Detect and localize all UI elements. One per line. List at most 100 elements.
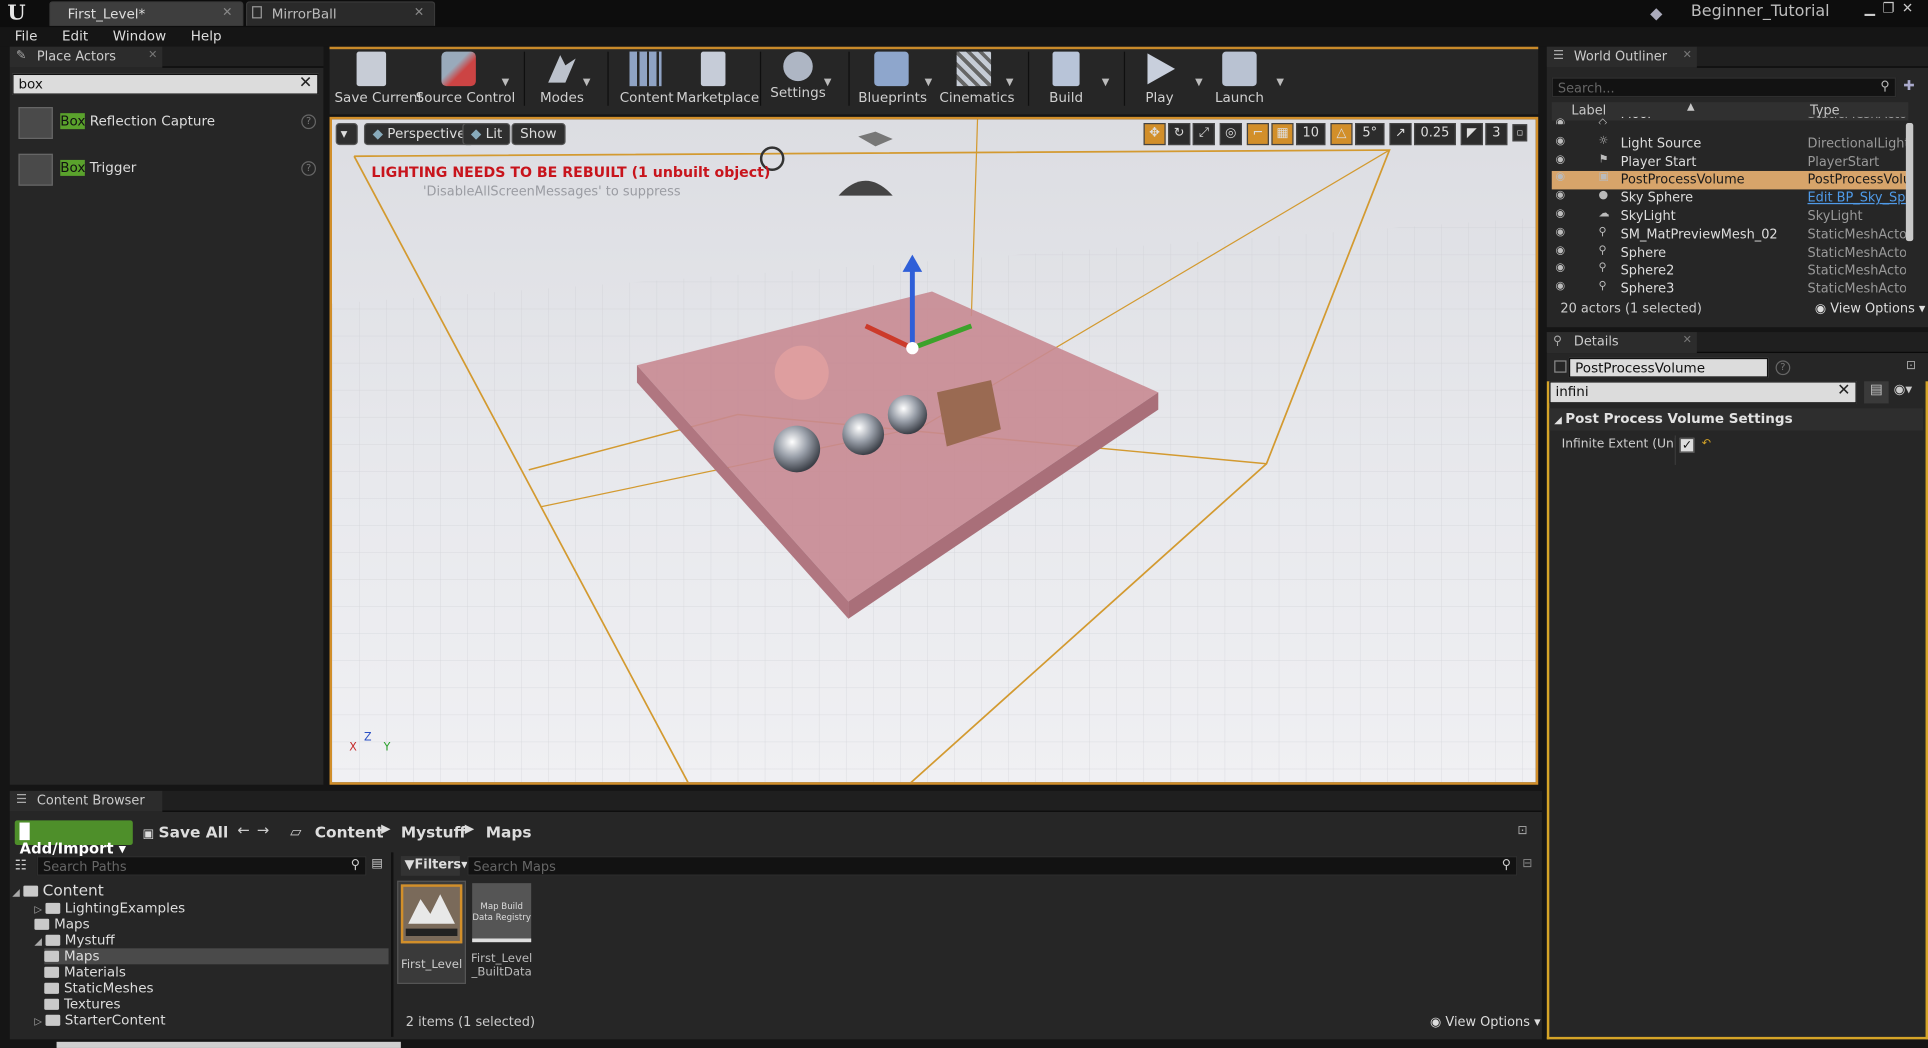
play-button[interactable]: Play [1134, 49, 1186, 111]
expand-arrow-icon[interactable]: ▷ [34, 1016, 45, 1027]
visibility-eye-icon[interactable]: ◉ [1555, 190, 1565, 202]
help-icon[interactable]: ? [301, 161, 317, 176]
outliner-row[interactable]: ◉ ◇ Floor StaticMeshActor [1552, 117, 1909, 124]
settings-button[interactable]: Settings [770, 49, 827, 111]
place-actors-search-input[interactable]: box ✕ [12, 73, 319, 95]
camera-speed-value[interactable]: 3 [1485, 123, 1508, 146]
history-forward-icon[interactable]: → [257, 822, 269, 839]
infinite-extent-checkbox[interactable]: ✓ [1679, 437, 1695, 453]
tab-place-actors[interactable]: ✎ Place Actors ✕ [9, 46, 163, 68]
sources-toggle-icon[interactable]: ☷ [15, 857, 27, 873]
menu-window[interactable]: Window [98, 27, 176, 44]
chevron-down-icon[interactable]: ▼ [502, 76, 510, 87]
outliner-row[interactable]: ◉ ☁ SkyLight SkyLight [1552, 208, 1909, 226]
lock-icon[interactable]: ⊡ [1517, 824, 1527, 838]
close-icon[interactable]: ✕ [1683, 335, 1692, 347]
minimize-icon[interactable]: ▁ [1865, 0, 1883, 16]
scale-snap-icon[interactable]: ↗ [1389, 123, 1412, 146]
source-control-button[interactable]: Source Control [416, 49, 515, 111]
camera-speed-icon[interactable]: ◤ [1460, 123, 1483, 146]
clear-search-icon[interactable]: ✕ [299, 75, 312, 92]
filters-button[interactable]: ▼Filters▾ [400, 856, 468, 876]
level-viewport[interactable]: ▾ ◆ Perspective ◆ Lit Show ✥ ↻ ⤢ ◎ ⌐ ▦ 1… [329, 116, 1539, 785]
save-current-button[interactable]: Save Current [334, 49, 423, 111]
maximize-viewport-icon[interactable]: ▫ [1512, 124, 1528, 142]
folder-item[interactable]: Maps [34, 916, 90, 932]
grid-snap-value[interactable]: 10 [1295, 123, 1326, 146]
close-icon[interactable]: ✕ [222, 6, 232, 20]
chevron-down-icon[interactable]: ▼ [1195, 76, 1203, 87]
chevron-down-icon[interactable]: ▼ [824, 76, 832, 87]
details-view-options-icon[interactable]: ◉▾ [1894, 381, 1924, 403]
visibility-eye-icon[interactable]: ◉ [1555, 208, 1565, 220]
expand-arrow-icon[interactable]: ◢ [12, 887, 23, 898]
sort-ascending-icon[interactable]: ▲ [1687, 101, 1695, 112]
section-post-process-settings[interactable]: ◢ Post Process Volume Settings [1549, 408, 1924, 431]
outliner-view-options-button[interactable]: ◉ View Options ▾ [1815, 301, 1926, 316]
breadcrumb-mystuff[interactable]: Mystuff [401, 823, 466, 841]
blueprints-button[interactable]: Blueprints [858, 49, 927, 111]
folder-item[interactable]: Maps [44, 948, 389, 965]
tab-content-browser[interactable]: ☰ Content Browser [9, 790, 163, 812]
visibility-eye-icon[interactable]: ◉ [1555, 281, 1565, 293]
path-view-options-icon[interactable]: ▤ [371, 857, 383, 871]
visibility-eye-icon[interactable]: ◉ [1555, 117, 1565, 124]
history-back-icon[interactable]: ← [237, 822, 249, 839]
close-icon[interactable]: ✕ [148, 49, 157, 61]
add-import-button[interactable]: ▉ Add/Import ▾ [14, 820, 133, 857]
clear-search-icon[interactable]: ✕ [1837, 383, 1850, 400]
actor-item-box-trigger[interactable]: Box Trigger ? [15, 150, 319, 189]
menu-file[interactable]: File [0, 27, 47, 44]
close-icon[interactable]: ✕ [1683, 49, 1692, 61]
reset-to-default-icon[interactable]: ↶ [1702, 438, 1711, 450]
rotation-snap-value[interactable]: 5° [1355, 123, 1385, 146]
surface-snap-icon[interactable]: ⌐ [1246, 123, 1269, 146]
chevron-down-icon[interactable]: ▼ [1276, 76, 1284, 87]
visibility-eye-icon[interactable]: ◉ [1555, 226, 1565, 238]
add-actor-icon[interactable]: ✚ [1903, 77, 1914, 93]
breadcrumb-maps[interactable]: Maps [486, 823, 532, 841]
property-splitter[interactable] [1674, 435, 1676, 465]
content-button[interactable]: Content [620, 49, 674, 111]
visibility-eye-icon[interactable]: ◉ [1555, 135, 1565, 147]
outliner-row[interactable]: ◉ ⚑ Player Start PlayerStart [1552, 153, 1909, 171]
outliner-row[interactable]: ◉ ⚲ Sphere3 StaticMeshActor [1552, 281, 1909, 299]
tab-first-level[interactable]: First_Level* ✕ [49, 1, 244, 26]
close-icon[interactable]: ✕ [414, 6, 424, 20]
search-paths-input[interactable]: Search Paths ⚲ [36, 856, 367, 876]
visibility-eye-icon[interactable]: ◉ [1555, 262, 1565, 274]
chevron-down-icon[interactable]: ▼ [1006, 76, 1014, 87]
content-view-options-button[interactable]: ◉ View Options ▾ [1430, 1015, 1541, 1030]
marketplace-button[interactable]: Marketplace [676, 49, 759, 111]
folder-item[interactable]: Textures [44, 996, 121, 1012]
lock-icon[interactable]: ⊡ [1906, 359, 1916, 373]
expand-arrow-icon[interactable]: ▷ [34, 904, 45, 915]
grid-snap-icon[interactable]: ▦ [1271, 123, 1294, 146]
details-search-input[interactable]: infini ✕ [1549, 381, 1857, 404]
viewport-options-dropdown[interactable]: ▾ [335, 123, 358, 146]
help-icon[interactable]: ? [1775, 360, 1791, 376]
close-window-icon[interactable]: ✕ [1902, 0, 1921, 16]
folder-item[interactable]: StaticMeshes [44, 980, 154, 996]
save-all-button[interactable]: ▣ Save All [143, 823, 229, 841]
visibility-eye-icon[interactable]: ◉ [1555, 244, 1565, 256]
asset-tile-built-data[interactable]: Map Build Data Registry First_Level_Buil… [471, 881, 532, 984]
source-control-icon[interactable]: ◆ [1650, 5, 1667, 23]
rotation-snap-icon[interactable]: △ [1330, 123, 1353, 146]
chevron-down-icon[interactable]: ▼ [583, 76, 591, 87]
tab-world-outliner[interactable]: ☰ World Outliner ✕ [1546, 46, 1697, 68]
horizontal-scrollbar[interactable] [56, 1041, 401, 1048]
outliner-row[interactable]: ◉ ● Sky Sphere Edit BP_Sky_Sphere [1552, 190, 1909, 208]
build-button[interactable]: Build [1040, 49, 1092, 111]
cinematics-button[interactable]: Cinematics [939, 49, 1015, 111]
unreal-logo-icon[interactable]: U [7, 1, 34, 26]
search-maps-input[interactable]: Search Maps ⚲ [467, 856, 1518, 876]
visibility-eye-icon[interactable]: ◉ [1555, 153, 1565, 165]
world-space-icon[interactable]: ◎ [1219, 123, 1242, 146]
breadcrumb-content[interactable]: Content [315, 823, 384, 841]
perspective-button[interactable]: ◆ Perspective [363, 123, 475, 146]
property-matrix-icon[interactable]: ▤ [1864, 381, 1889, 404]
save-search-icon[interactable]: ⊟ [1522, 857, 1532, 871]
actor-item-box-reflection-capture[interactable]: Box Reflection Capture ? [15, 103, 319, 142]
tab-mirrorball[interactable]: MirrorBall ✕ [245, 1, 436, 26]
